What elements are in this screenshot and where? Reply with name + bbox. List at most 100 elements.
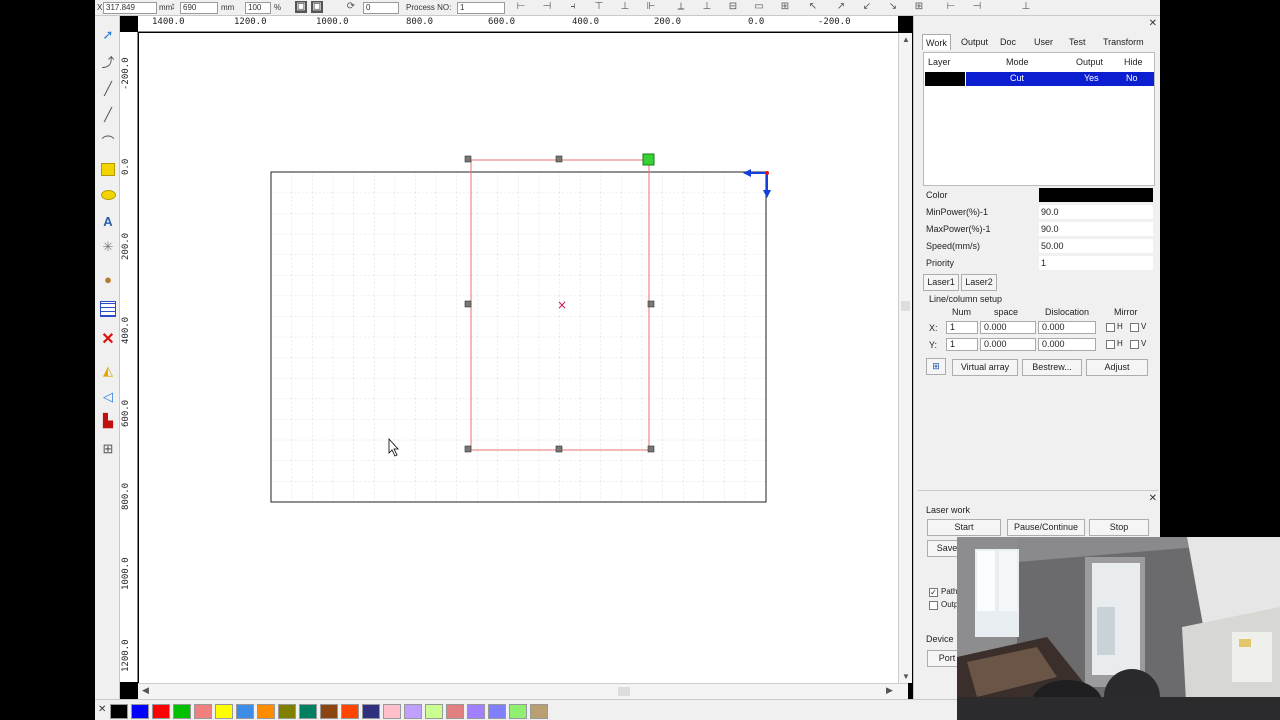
select-tool-icon[interactable]: ➚: [99, 26, 117, 44]
mirror-y-v-checkbox[interactable]: [1130, 340, 1139, 349]
drawing-canvas[interactable]: ×: [139, 33, 899, 683]
mirror-v-icon[interactable]: ▣: [311, 1, 323, 13]
align-center-icon[interactable]: ⫞: [567, 1, 579, 13]
grid-icon[interactable]: ⊞: [913, 1, 925, 13]
array-x-dislocation[interactable]: 0.000: [1038, 321, 1096, 334]
palette-swatch[interactable]: [530, 704, 548, 719]
bestrew-button[interactable]: Bestrew...: [1022, 359, 1082, 376]
same-width-icon[interactable]: ⊟: [727, 1, 739, 13]
node-edit-tool-icon[interactable]: ⤴: [99, 52, 117, 70]
path-checkbox[interactable]: ✓: [929, 588, 938, 597]
laser2-tab[interactable]: Laser2: [961, 274, 997, 291]
laser1-tab[interactable]: Laser1: [923, 274, 959, 291]
delete-tool-icon[interactable]: ✕: [99, 330, 117, 348]
panel-close-icon[interactable]: ✕: [1149, 18, 1157, 29]
tab-test[interactable]: Test: [1066, 34, 1089, 50]
priority-value[interactable]: 1: [1039, 256, 1153, 270]
distribute-h-icon[interactable]: ⟂: [675, 1, 687, 13]
grid-array-tool-icon[interactable]: [99, 300, 117, 318]
page-align-bottom-icon[interactable]: ⊥: [1020, 1, 1032, 13]
tab-doc[interactable]: Doc: [997, 34, 1019, 50]
array-y-num[interactable]: 1: [946, 338, 978, 351]
curve-tool-icon[interactable]: ⌒: [99, 132, 117, 150]
height-field[interactable]: 690: [180, 2, 218, 14]
palette-close-icon[interactable]: ✕: [98, 704, 106, 715]
palette-swatch[interactable]: [299, 704, 317, 719]
x-position-field[interactable]: 317.849: [103, 2, 157, 14]
palette-swatch[interactable]: [110, 704, 128, 719]
mirror-y-h-checkbox[interactable]: [1106, 340, 1115, 349]
align-right-icon[interactable]: ⊣: [541, 1, 553, 13]
ellipse-tool-icon[interactable]: [99, 186, 117, 204]
page-align-right-icon[interactable]: ⊣: [971, 1, 983, 13]
page-align-left-icon[interactable]: ⊢: [945, 1, 957, 13]
process-no-field[interactable]: 1: [457, 2, 505, 14]
adjust-button[interactable]: Adjust: [1086, 359, 1148, 376]
laser-work-close-icon[interactable]: ✕: [1149, 493, 1157, 504]
palette-swatch[interactable]: [236, 704, 254, 719]
palette-swatch[interactable]: [194, 704, 212, 719]
align-bottom-icon[interactable]: ⊥: [619, 1, 631, 13]
rotate-tool-icon[interactable]: ◁: [99, 388, 117, 406]
palette-swatch[interactable]: [131, 704, 149, 719]
arrow-sw-icon[interactable]: ↙: [861, 1, 873, 13]
min-power-value[interactable]: 90.0: [1039, 205, 1153, 219]
horizontal-scrollbar[interactable]: ◀ ▶: [138, 683, 908, 699]
text-tool-icon[interactable]: A: [99, 212, 117, 230]
tab-output[interactable]: Output: [958, 34, 991, 50]
mirror-x-v-checkbox[interactable]: [1130, 323, 1139, 332]
array-x-num[interactable]: 1: [946, 321, 978, 334]
virtual-array-button[interactable]: Virtual array: [952, 359, 1018, 376]
palette-swatch[interactable]: [509, 704, 527, 719]
pause-continue-button[interactable]: Pause/Continue: [1007, 519, 1085, 536]
align-left-icon[interactable]: ⊢: [515, 1, 527, 13]
palette-swatch[interactable]: [404, 704, 422, 719]
palette-swatch[interactable]: [467, 704, 485, 719]
palette-swatch[interactable]: [320, 704, 338, 719]
speed-value[interactable]: 50.00: [1039, 239, 1153, 253]
output-checkbox[interactable]: [929, 601, 938, 610]
palette-swatch[interactable]: [257, 704, 275, 719]
tab-work[interactable]: Work: [922, 34, 951, 50]
same-height-icon[interactable]: ▭: [753, 1, 765, 13]
image-tool-icon[interactable]: ●: [99, 270, 117, 288]
align-middle-icon[interactable]: ⊩: [645, 1, 657, 13]
layer-row[interactable]: Cut Yes No: [924, 72, 1154, 86]
palette-swatch[interactable]: [152, 704, 170, 719]
align-top-icon[interactable]: ⊤: [593, 1, 605, 13]
stop-button[interactable]: Stop: [1089, 519, 1149, 536]
mirror-x-h-checkbox[interactable]: [1106, 323, 1115, 332]
palette-swatch[interactable]: [341, 704, 359, 719]
polyline-tool-icon[interactable]: ╱: [99, 106, 117, 124]
same-size-icon[interactable]: ⊞: [779, 1, 791, 13]
palette-swatch[interactable]: [488, 704, 506, 719]
line-tool-icon[interactable]: ╱: [99, 80, 117, 98]
arrow-nw-icon[interactable]: ↖: [807, 1, 819, 13]
palette-swatch[interactable]: [173, 704, 191, 719]
palette-swatch[interactable]: [446, 704, 464, 719]
max-power-value[interactable]: 90.0: [1039, 222, 1153, 236]
palette-swatch[interactable]: [362, 704, 380, 719]
array-y-dislocation[interactable]: 0.000: [1038, 338, 1096, 351]
rotate-icon[interactable]: ⟳: [345, 1, 357, 13]
distribute-v-icon[interactable]: ⊥: [701, 1, 713, 13]
lock-icon[interactable]: ↕: [167, 1, 179, 13]
tab-transform[interactable]: Transform: [1100, 34, 1147, 50]
array-tool-icon[interactable]: ⊞: [99, 440, 117, 458]
scale-field[interactable]: 100: [245, 2, 271, 14]
frame-tool-icon[interactable]: ▙: [99, 412, 117, 430]
array-y-space[interactable]: 0.000: [980, 338, 1036, 351]
rotate-field[interactable]: 0: [363, 2, 399, 14]
start-button[interactable]: Start: [927, 519, 1001, 536]
palette-swatch[interactable]: [215, 704, 233, 719]
tab-user[interactable]: User: [1031, 34, 1056, 50]
array-x-space[interactable]: 0.000: [980, 321, 1036, 334]
palette-swatch[interactable]: [425, 704, 443, 719]
color-value-swatch[interactable]: [1039, 188, 1153, 202]
array-grid-button[interactable]: ⊞: [926, 358, 946, 375]
mirror-icon[interactable]: ▣: [295, 1, 307, 13]
mirror-tool-icon[interactable]: ◭: [99, 362, 117, 380]
palette-swatch[interactable]: [278, 704, 296, 719]
dot-tool-icon[interactable]: ✳: [99, 238, 117, 256]
vertical-scrollbar[interactable]: ▲ ▼: [898, 33, 912, 683]
